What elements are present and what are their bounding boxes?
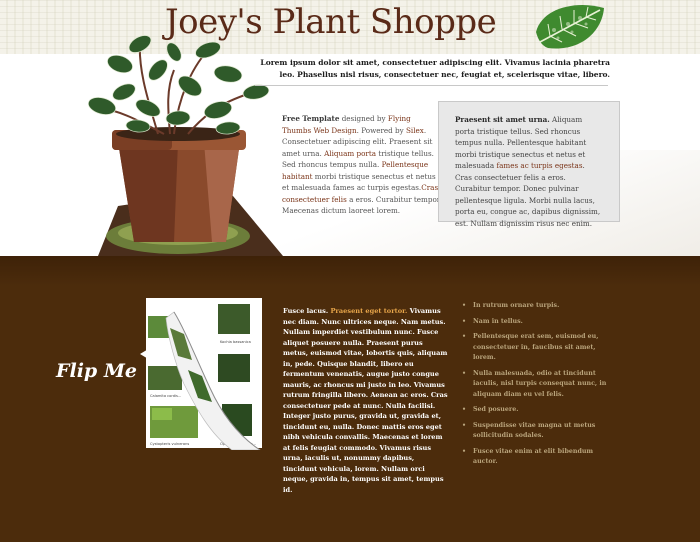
list-item: In rutrum ornare turpis. (462, 301, 612, 312)
box-lead: Praesent sit amet urna. (455, 115, 550, 124)
body-text: Vivamus nec diam. Nunc ultrices neque. N… (283, 307, 448, 494)
about-text: designed by (339, 114, 388, 123)
about-column: Free Template designed by Flying Thumbs … (282, 113, 442, 217)
flip-book[interactable]: Kochia bassanica Calamita cordis... Cyst… (140, 298, 268, 450)
header-section: Joey's Plant Shoppe Lorem ipsum dolor si… (0, 0, 700, 256)
divider (255, 85, 608, 86)
info-box: Praesent sit amet urna. Aliquam porta tr… (438, 101, 620, 228)
flip-me-label: Flip Me (56, 360, 137, 382)
body-text: Fusce lacus. (283, 307, 331, 315)
aliquam-link[interactable]: Aliquam porta (324, 149, 376, 158)
list-item: Nam in tellus. (462, 317, 612, 328)
list-item: Nulla malesuada, odio at tincidunt iacul… (462, 369, 612, 401)
bullet-list: In rutrum ornare turpis. Nam in tellus. … (462, 301, 612, 473)
caption-3: Cystopteris vulnerans (150, 442, 189, 446)
intro-text: Lorem ipsum dolor sit amet, consectetuer… (260, 58, 610, 79)
leaf-logo-icon (536, 5, 604, 49)
about-lead: Free Template (282, 114, 340, 123)
powered-link[interactable]: Silex (406, 126, 424, 135)
list-item: Fusce vitae enim at elit bibendum auctor… (462, 447, 612, 468)
list-item: Sed posuere. (462, 405, 612, 416)
caption-2: Calamita cordis... (150, 394, 181, 398)
body-text-column: Fusce lacus. Praesent eget tortor. Vivam… (283, 306, 448, 495)
list-item: Suspendisse vitae magna ut metus sollici… (462, 421, 612, 442)
list-item: Pellentesque erat sem, euismod eu, conse… (462, 332, 612, 364)
fames-link[interactable]: fames ac turpis egestas (496, 161, 582, 170)
about-text: . Powered by (356, 125, 406, 135)
caption-1: Kochia bassanica (220, 340, 251, 344)
body-highlight: Praesent eget tortor. (330, 307, 408, 315)
box-text: . Cras consectetuer felis a eros. Curabi… (455, 161, 601, 228)
